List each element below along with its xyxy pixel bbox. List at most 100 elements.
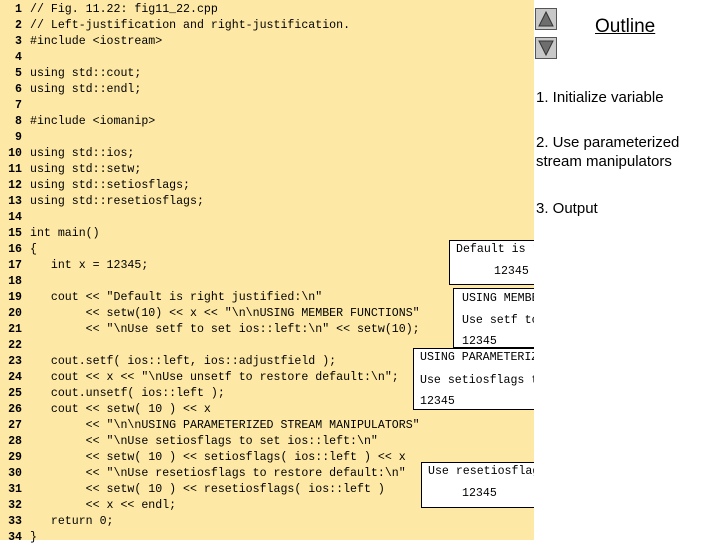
code-line: 15 int main() xyxy=(0,226,100,242)
line-number: 21 xyxy=(8,323,22,336)
line-number: 13 xyxy=(8,195,22,208)
line-number: 18 xyxy=(8,275,22,288)
code-line: 17 int x = 12345; xyxy=(0,258,148,274)
code-line: 28 << "\nUse setiosflags to set ios::lef… xyxy=(0,434,378,450)
code-line: 31 << setw( 10 ) << resetiosflags( ios::… xyxy=(0,482,385,498)
code-line: 8 #include <iomanip> xyxy=(0,114,155,130)
line-number: 22 xyxy=(8,339,22,352)
code-text: int x = 12345; xyxy=(30,259,149,272)
code-text: << setw( 10 ) << resetiosflags( ios::lef… xyxy=(30,483,385,496)
line-number: 25 xyxy=(8,387,22,400)
code-text: return 0; xyxy=(30,515,114,528)
code-line: 4 xyxy=(0,50,30,66)
line-number: 3 xyxy=(15,35,22,48)
code-line: 6 using std::endl; xyxy=(0,82,141,98)
code-text: using std::ios; xyxy=(30,147,135,160)
code-line: 34} xyxy=(0,530,37,546)
outline-panel xyxy=(534,0,720,540)
line-number: 15 xyxy=(8,227,22,240)
line-number: 29 xyxy=(8,451,22,464)
code-line: 7 xyxy=(0,98,30,114)
triangle-up-icon xyxy=(538,11,554,27)
line-number: 19 xyxy=(8,291,22,304)
output-line: 12345 xyxy=(494,265,529,278)
line-number: 2 xyxy=(15,19,22,32)
code-line: 33 return 0; xyxy=(0,514,114,530)
previous-slide-button[interactable] xyxy=(535,8,557,30)
code-line: 26 cout << setw( 10 ) << x xyxy=(0,402,211,418)
line-number: 10 xyxy=(8,147,22,160)
next-slide-button[interactable] xyxy=(535,37,557,59)
code-line: 23 cout.setf( ios::left, ios::adjustfiel… xyxy=(0,354,336,370)
line-number: 11 xyxy=(8,163,22,176)
code-line: 22 xyxy=(0,338,30,354)
code-line: 24 cout << x << "\nUse unsetf to restore… xyxy=(0,370,399,386)
code-line: 21 << "\nUse setf to set ios::left:\n" <… xyxy=(0,322,420,338)
line-number: 33 xyxy=(8,515,22,528)
code-line: 32 << x << endl; xyxy=(0,498,176,514)
code-line: 29 << setw( 10 ) << setiosflags( ios::le… xyxy=(0,450,406,466)
code-text: << x << endl; xyxy=(30,499,177,512)
line-number: 23 xyxy=(8,355,22,368)
code-line: 12 using std::setiosflags; xyxy=(0,178,190,194)
code-line: 9 xyxy=(0,130,30,146)
outline-item: 2. Use parameterized stream manipulators xyxy=(536,134,680,170)
code-text: << "\nUse setf to set ios::left:\n" << s… xyxy=(30,323,420,336)
line-number: 9 xyxy=(15,131,22,144)
line-number: 32 xyxy=(8,499,22,512)
line-number: 28 xyxy=(8,435,22,448)
line-number: 6 xyxy=(15,83,22,96)
code-text: cout.unsetf( ios::left ); xyxy=(30,387,225,400)
line-number: 1 xyxy=(15,3,22,16)
output-line: 12345 xyxy=(462,335,497,348)
line-number: 7 xyxy=(15,99,22,112)
code-line: 1 // Fig. 11.22: fig11_22.cpp xyxy=(0,2,218,18)
code-text: #include <iomanip> xyxy=(30,115,156,128)
code-text: using std::setw; xyxy=(30,163,142,176)
code-text: } xyxy=(30,531,37,544)
line-number: 4 xyxy=(15,51,22,64)
line-number: 34 xyxy=(8,531,22,544)
line-number: 17 xyxy=(8,259,22,272)
code-line: 11 using std::setw; xyxy=(0,162,141,178)
code-text: { xyxy=(30,243,37,256)
code-text: cout << "Default is right justified:\n" xyxy=(30,291,323,304)
triangle-down-icon xyxy=(538,40,554,56)
code-line: 25 cout.unsetf( ios::left ); xyxy=(0,386,225,402)
code-text: << "\n\nUSING PARAMETERIZED STREAM MANIP… xyxy=(30,419,420,432)
code-line: 30 << "\nUse resetiosflags to restore de… xyxy=(0,466,406,482)
line-number: 27 xyxy=(8,419,22,432)
code-line: 13 using std::resetiosflags; xyxy=(0,194,204,210)
code-text: cout.setf( ios::left, ios::adjustfield )… xyxy=(30,355,337,368)
code-line: 27 << "\n\nUSING PARAMETERIZED STREAM MA… xyxy=(0,418,420,434)
line-number: 30 xyxy=(8,467,22,480)
code-line: 20 << setw(10) << x << "\n\nUSING MEMBER… xyxy=(0,306,420,322)
output-line: 12345 xyxy=(420,395,455,408)
code-line: 16 { xyxy=(0,242,37,258)
code-text: // Fig. 11.22: fig11_22.cpp xyxy=(30,3,218,16)
code-text: using std::endl; xyxy=(30,83,142,96)
line-number: 24 xyxy=(8,371,22,384)
line-number: 16 xyxy=(8,243,22,256)
line-number: 8 xyxy=(15,115,22,128)
line-number: 5 xyxy=(15,67,22,80)
outline-item: 1. Initialize variable xyxy=(536,89,664,106)
line-number: 31 xyxy=(8,483,22,496)
code-text: int main() xyxy=(30,227,100,240)
outline-title[interactable]: Outline xyxy=(595,16,655,38)
code-text: using std::setiosflags; xyxy=(30,179,191,192)
code-text: using std::resetiosflags; xyxy=(30,195,204,208)
line-number: 14 xyxy=(8,211,22,224)
code-line: 10 using std::ios; xyxy=(0,146,134,162)
output-line: 12345 xyxy=(462,487,497,500)
code-text: << setw( 10 ) << setiosflags( ios::left … xyxy=(30,451,406,464)
line-number: 20 xyxy=(8,307,22,320)
code-text: << "\nUse resetiosflags to restore defau… xyxy=(30,467,406,480)
outline-item: 3. Output xyxy=(536,200,598,217)
code-text: << "\nUse setiosflags to set ios::left:\… xyxy=(30,435,378,448)
code-line: 14 xyxy=(0,210,30,226)
code-line: 18 xyxy=(0,274,30,290)
line-number: 26 xyxy=(8,403,22,416)
code-line: 19 cout << "Default is right justified:\… xyxy=(0,290,322,306)
code-text: cout << x << "\nUse unsetf to restore de… xyxy=(30,371,399,384)
